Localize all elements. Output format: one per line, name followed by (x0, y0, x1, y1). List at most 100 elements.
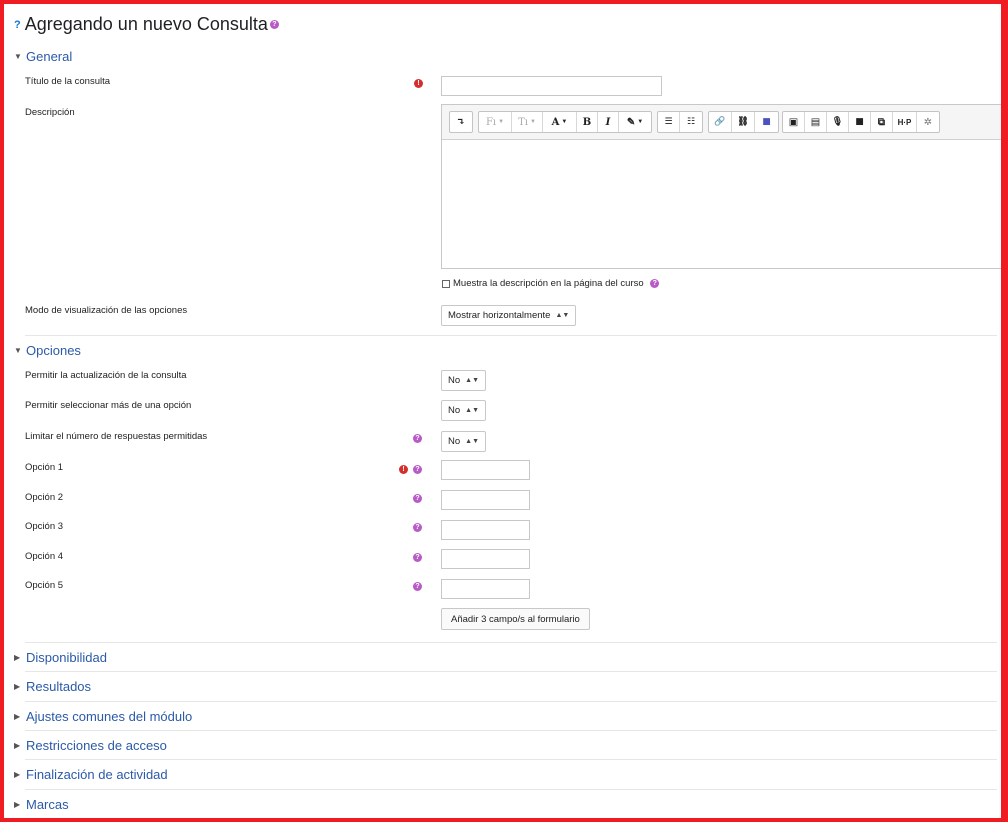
divider (25, 671, 997, 672)
show-description-checkbox[interactable] (442, 280, 450, 288)
modo-select[interactable]: Mostrar horizontalmente ▲▼ (441, 305, 577, 326)
section-ajustes-toggle[interactable]: ▶ Ajustes comunes del módulo (14, 709, 192, 724)
opcion-2-label: Opción 2 (25, 492, 64, 503)
record-video-button[interactable]: ■ (849, 112, 871, 132)
chevron-right-icon: ▶ (14, 712, 21, 721)
chevron-right-icon: ▶ (14, 800, 21, 809)
font-family-button[interactable]: Fı ▼ (479, 112, 512, 132)
collapse-toolbar-button[interactable]: ↴ (450, 112, 472, 132)
section-finalizacion-toggle[interactable]: ▶ Finalización de actividad (14, 767, 168, 782)
editor-toolbar: ↴ Fı ▼ Tı ▼ A ▼ B I ✎ ▼ ☰ ☷ 🔗 ⛓ ■ ▣ ▤ 🎙 … (442, 105, 1001, 140)
teams-meeting-button[interactable]: ■ (755, 112, 778, 132)
brush-icon: ✎ (626, 116, 636, 128)
opcion-5-input[interactable] (441, 579, 530, 599)
italic-button[interactable]: I (598, 112, 619, 132)
required-icon: ! (399, 465, 408, 474)
limitar-label: Limitar el número de respuestas permitid… (25, 431, 208, 442)
chevron-down-icon: ▼ (529, 119, 536, 125)
chevron-down-icon: ▼ (637, 119, 644, 125)
help-icon[interactable]: ? (413, 523, 422, 532)
chevron-updown-icon: ▲▼ (555, 312, 570, 319)
question-icon[interactable]: ? (14, 19, 21, 31)
chevron-right-icon: ▶ (14, 741, 21, 750)
unordered-list-button[interactable]: ☰ (658, 112, 680, 132)
section-disponibilidad-toggle[interactable]: ▶ Disponibilidad (14, 650, 107, 665)
description-editor: ↴ Fı ▼ Tı ▼ A ▼ B I ✎ ▼ ☰ ☷ 🔗 ⛓ ■ ▣ ▤ 🎙 … (441, 104, 1001, 269)
section-resultados-toggle[interactable]: ▶ Resultados (14, 679, 91, 694)
show-description-label: Muestra la descripción en la página del … (453, 278, 660, 289)
limitar-select[interactable]: No ▲▼ (441, 431, 487, 452)
permitir-multiple-label: Permitir seleccionar más de una opción (25, 400, 192, 411)
opcion-3-label: Opción 3 (25, 521, 64, 532)
help-icon[interactable]: ? (413, 553, 422, 562)
section-general-heading: General (26, 49, 73, 64)
chevron-down-icon: ▼ (14, 52, 22, 61)
permitir-actualizacion-label: Permitir la actualización de la consulta (25, 370, 187, 381)
help-icon[interactable]: ? (650, 278, 660, 288)
section-heading: Finalización de actividad (26, 767, 168, 782)
permitir-multiple-select[interactable]: No ▲▼ (441, 400, 487, 421)
opcion-1-input[interactable] (441, 460, 530, 480)
section-heading: Ajustes comunes del módulo (26, 709, 193, 724)
ordered-list-button[interactable]: ☷ (680, 112, 702, 132)
font-size-icon: Tı (518, 116, 528, 128)
section-marcas-toggle[interactable]: ▶ Marcas (14, 797, 69, 812)
chevron-right-icon: ▶ (14, 682, 21, 691)
bold-button[interactable]: B (577, 112, 598, 132)
section-opciones-toggle[interactable]: ▼ Opciones (14, 343, 81, 358)
opcion-1-label: Opción 1 (25, 462, 64, 473)
section-general-toggle[interactable]: ▼ General (14, 49, 72, 64)
font-color-button[interactable]: A ▼ (543, 112, 577, 132)
section-heading: Restricciones de acceso (26, 738, 167, 753)
opcion-2-input[interactable] (441, 490, 530, 510)
record-audio-button[interactable]: 🎙 (827, 112, 849, 132)
help-icon[interactable]: ? (413, 582, 422, 591)
chevron-right-icon: ▶ (14, 653, 21, 662)
divider (25, 701, 997, 702)
select-value: No (448, 375, 461, 386)
divider (25, 759, 997, 760)
help-icon[interactable]: ? (269, 20, 279, 29)
add-fields-button[interactable]: Añadir 3 campo/s al formulario (441, 608, 590, 630)
help-icon[interactable]: ? (413, 465, 422, 474)
highlight-button[interactable]: ✎ ▼ (619, 112, 651, 132)
image-button[interactable]: ▣ (783, 112, 805, 132)
opcion-3-input[interactable] (441, 520, 530, 540)
divider (25, 335, 997, 336)
section-restricciones-toggle[interactable]: ▶ Restricciones de acceso (14, 738, 167, 753)
select-value: No (448, 436, 461, 447)
chevron-down-icon: ▼ (498, 119, 505, 125)
divider (25, 789, 997, 790)
editor-content-area[interactable] (442, 140, 1001, 268)
opcion-4-input[interactable] (441, 549, 530, 569)
select-value: No (448, 405, 461, 416)
accessibility-checker-button[interactable]: ✲ (917, 112, 939, 132)
modo-label: Modo de visualización de las opciones (25, 305, 188, 316)
screenshot-frame: ? Agregando un nuevo Consulta ? ▼ Genera… (0, 0, 1008, 822)
chevron-updown-icon: ▲▼ (465, 377, 480, 384)
section-heading: Marcas (26, 797, 69, 812)
show-description-text: Muestra la descripción en la página del … (453, 278, 644, 289)
font-family-icon: Fı (485, 116, 497, 128)
manage-files-button[interactable]: ⧉ (871, 112, 893, 132)
media-button[interactable]: ▤ (805, 112, 827, 132)
font-color-icon: A (551, 116, 560, 128)
help-icon[interactable]: ? (413, 434, 422, 443)
unlink-button[interactable]: ⛓ (732, 112, 755, 132)
chevron-down-icon: ▼ (14, 346, 22, 355)
help-icon[interactable]: ? (413, 494, 422, 503)
descripcion-label: Descripción (25, 107, 75, 118)
opcion-5-label: Opción 5 (25, 580, 64, 591)
font-size-button[interactable]: Tı ▼ (512, 112, 543, 132)
divider (25, 642, 997, 643)
page-title: Agregando un nuevo Consulta (24, 14, 268, 34)
modo-select-value: Mostrar horizontalmente (448, 310, 551, 321)
section-opciones-heading: Opciones (26, 343, 81, 358)
titulo-input[interactable] (441, 76, 662, 96)
chevron-down-icon: ▼ (561, 119, 568, 125)
permitir-actualizacion-select[interactable]: No ▲▼ (441, 370, 487, 391)
required-icon: ! (414, 79, 423, 88)
h5p-button[interactable]: H·P (893, 112, 917, 132)
page-header: ? Agregando un nuevo Consulta ? (14, 14, 279, 35)
link-button[interactable]: 🔗 (709, 112, 732, 132)
